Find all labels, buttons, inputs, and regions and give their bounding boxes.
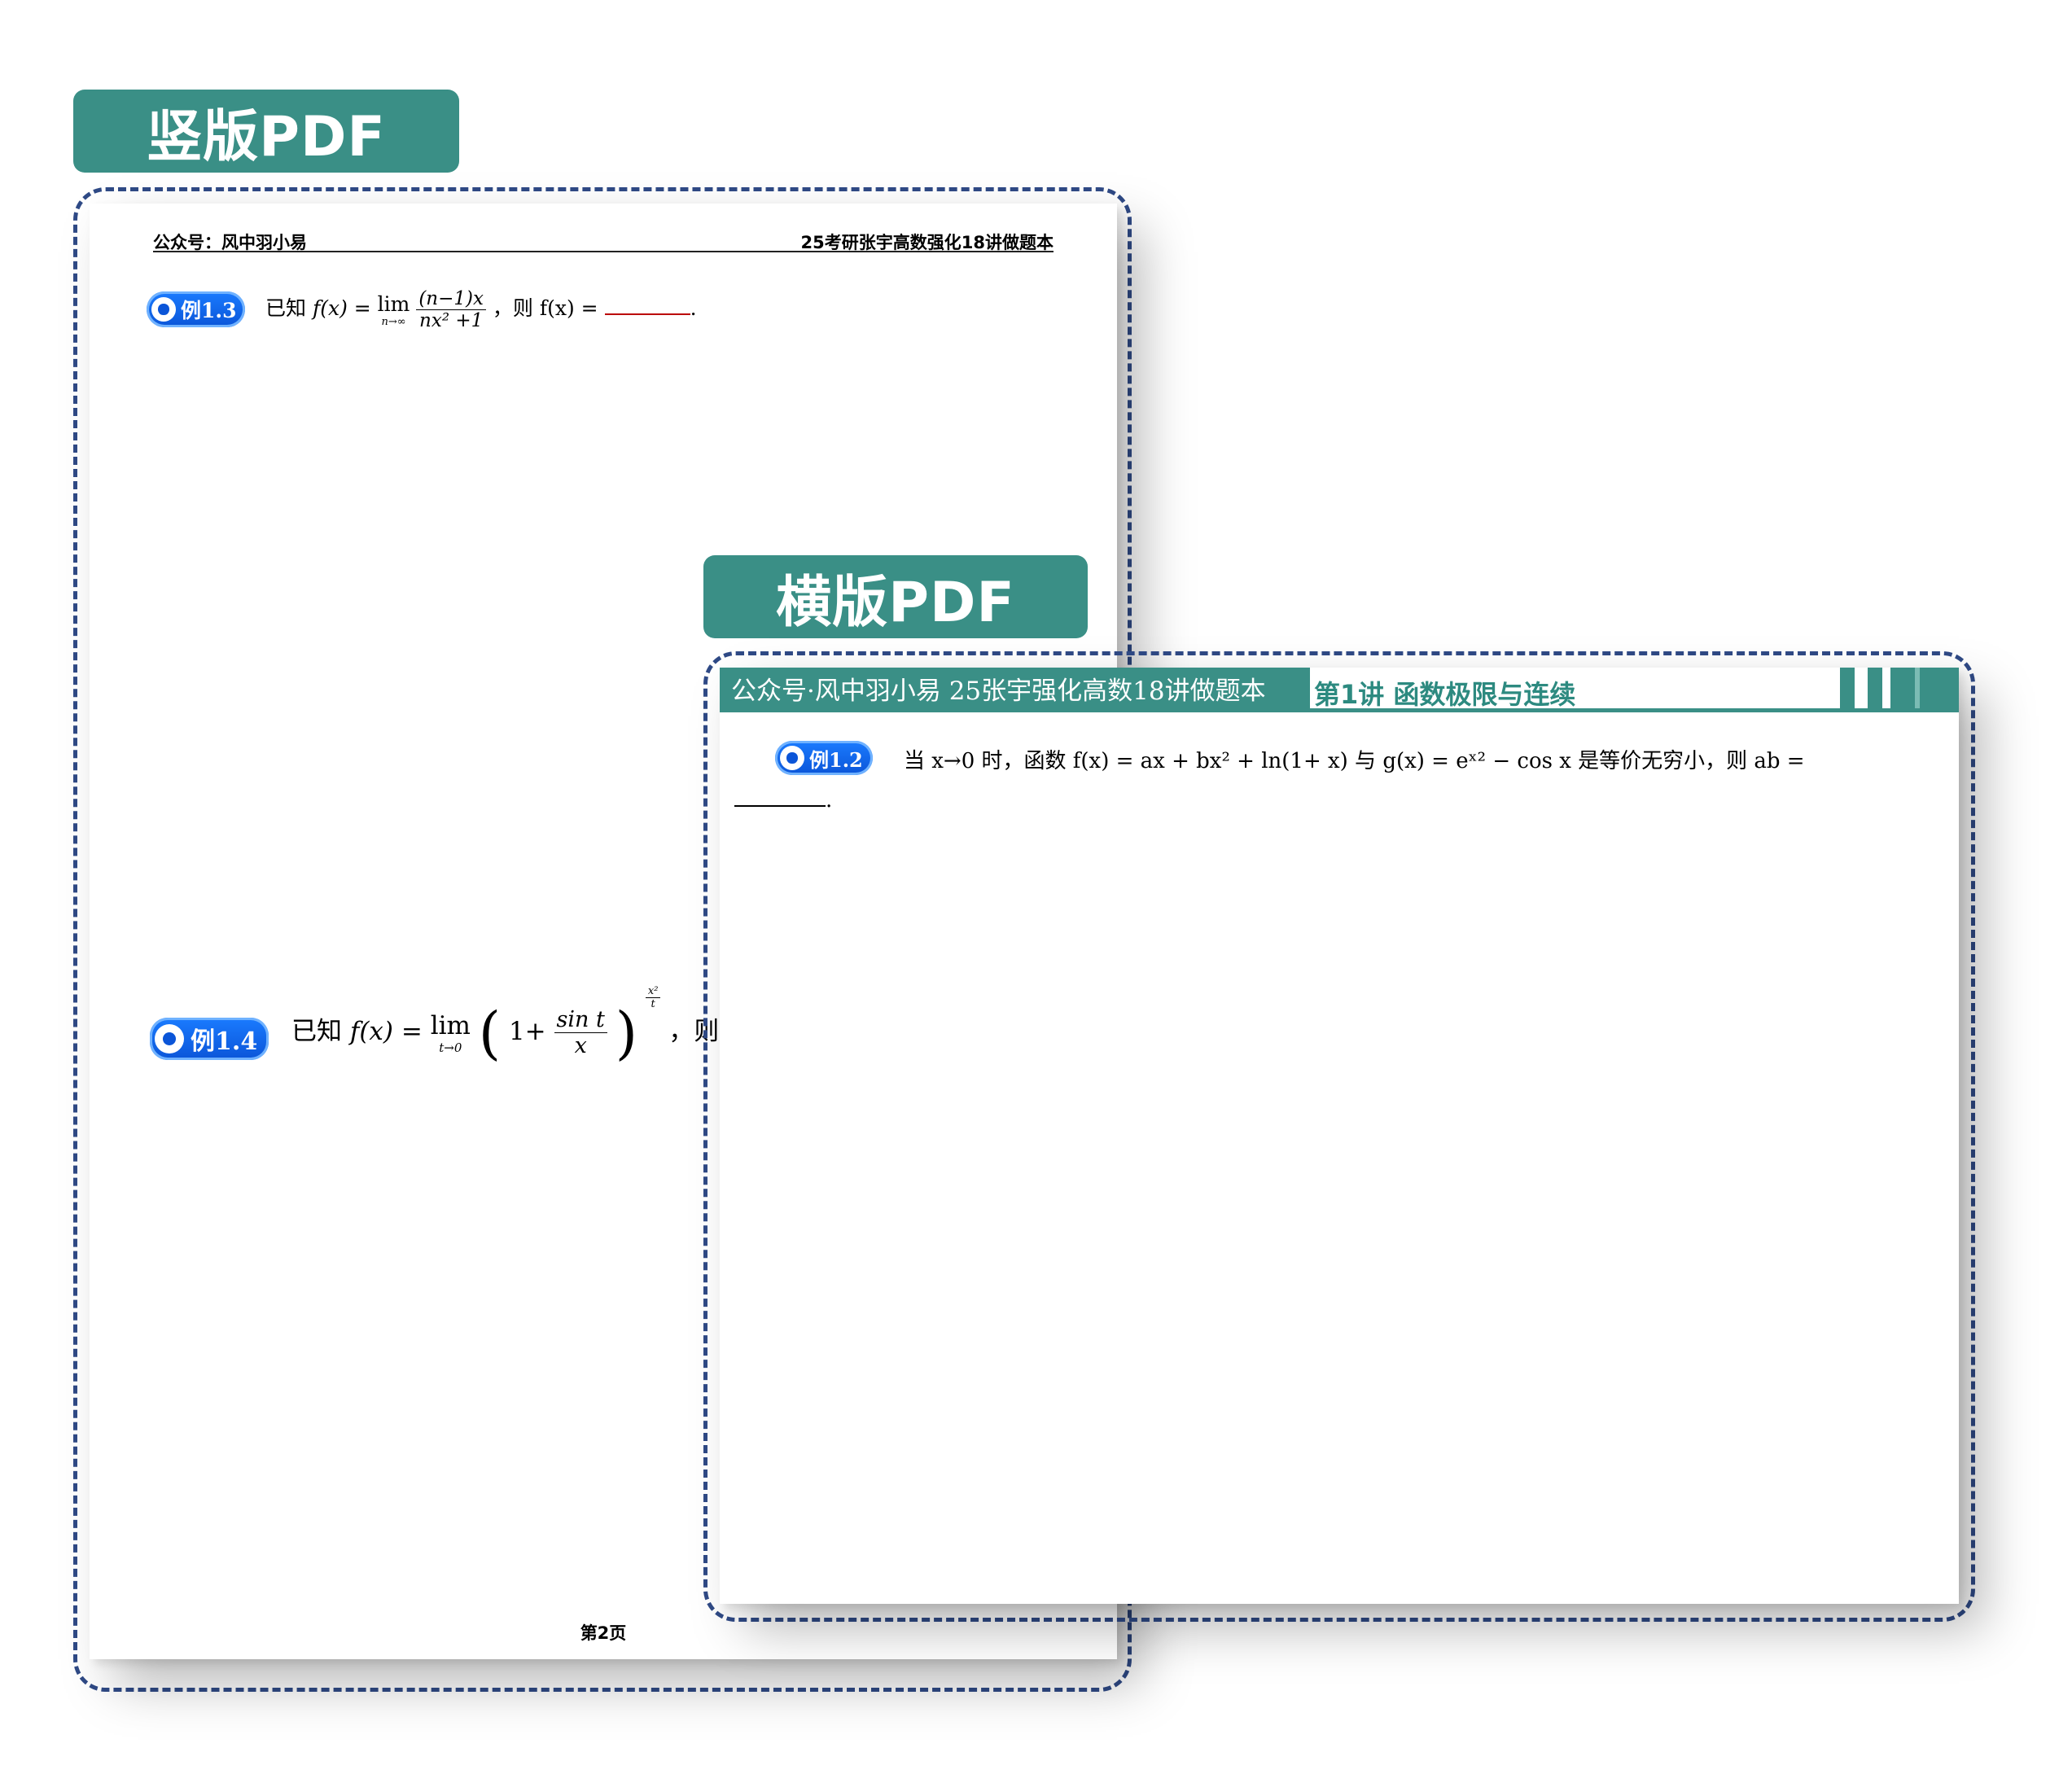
right-paren: ) [615, 999, 638, 1067]
fraction: (n−1)x nx² +1 [416, 288, 486, 331]
limit-label: lim [377, 291, 410, 316]
answer-blank[interactable] [604, 313, 690, 315]
left-paren: ( [478, 999, 502, 1067]
equation-prefix: 已知 [265, 296, 307, 320]
landscape-header-right: 第1讲 函数极限与连续 [1314, 679, 1576, 710]
landscape-header-rule [720, 708, 1959, 712]
equation-fx: f(x) = [349, 1017, 431, 1046]
fraction: sin t x [554, 1007, 607, 1058]
example-equation: 当 x→0 时，函数 f(x) = ax + bx² + ln(1+ x) 与 … [904, 749, 1805, 773]
answer-blank[interactable] [734, 805, 826, 807]
limit-label: lim [430, 1010, 471, 1040]
equation-prefix: 已知 [291, 1017, 342, 1046]
example-equation: 已知 f(x) = lim n→∞ (n−1)x nx² +1 ，则 f(x) … [265, 288, 697, 331]
example-badge: 例1.2 [775, 741, 873, 775]
badge-icon [780, 746, 804, 770]
fraction-numerator: (n−1)x [416, 288, 486, 310]
fraction-numerator: sin t [554, 1007, 607, 1033]
exponent-fraction: x² t [645, 985, 661, 1010]
inner-term: 1+ [508, 1017, 546, 1046]
portrait-pdf-label: 竖版PDF [73, 90, 459, 173]
landscape-header: 公众号·风中羽小易 25张宇强化高数18讲做题本 第1讲 函数极限与连续 [720, 668, 1959, 713]
example-badge-label: 例1.4 [191, 1027, 258, 1056]
limit-subscript: t→0 [439, 1040, 462, 1055]
fraction-denominator: x [574, 1033, 587, 1058]
fraction-denominator: nx² +1 [419, 310, 484, 331]
landscape-pdf-label: 横版PDF [703, 555, 1088, 638]
example-badge: 例1.4 [150, 1018, 269, 1060]
equation-fx: f(x) = [312, 296, 378, 320]
landscape-header-left: 公众号·风中羽小易 25张宇强化高数18讲做题本 [720, 668, 1310, 708]
limit-operator: lim n→∞ [378, 292, 410, 328]
limit-operator: lim t→0 [431, 1011, 471, 1055]
landscape-page: 公众号·风中羽小易 25张宇强化高数18讲做题本 第1讲 函数极限与连续 例1.… [720, 668, 1959, 1604]
portrait-header-rule [153, 251, 1054, 252]
example-badge-label: 例1.3 [181, 299, 237, 322]
equation-suffix: ，则 f(x) = [492, 296, 605, 320]
badge-icon [155, 1024, 184, 1053]
example-badge-label: 例1.2 [809, 747, 863, 772]
answer-line: . [734, 788, 832, 813]
badge-icon [151, 297, 176, 322]
page-number: 第2页 [580, 1623, 627, 1643]
exponent-denominator: t [651, 998, 655, 1010]
header-decoration [1840, 668, 1959, 708]
limit-subscript: n→∞ [381, 315, 406, 328]
example-badge: 例1.3 [147, 291, 245, 327]
exponent-numerator: x² [645, 985, 661, 998]
